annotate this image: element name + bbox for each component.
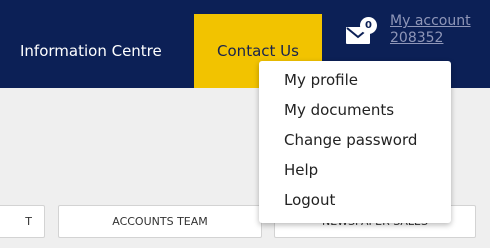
accounts-team-button[interactable]: ACCOUNTS TEAM xyxy=(58,205,262,238)
nav-information-centre[interactable]: Information Centre xyxy=(0,14,194,88)
account-number[interactable]: 208352 xyxy=(390,30,490,47)
page: Information Centre Contact Us 0 My accou… xyxy=(0,0,490,248)
team-button-partial[interactable]: T xyxy=(0,205,45,238)
mail-count-badge: 0 xyxy=(360,17,377,34)
menu-item-my-documents[interactable]: My documents xyxy=(259,95,451,125)
menu-item-change-password[interactable]: Change password xyxy=(259,125,451,155)
menu-item-logout[interactable]: Logout xyxy=(259,185,451,215)
my-account-label[interactable]: My account xyxy=(390,13,490,30)
menu-item-help[interactable]: Help xyxy=(259,155,451,185)
my-account-link[interactable]: My account 208352 xyxy=(390,13,490,47)
account-dropdown-menu: My profile My documents Change password … xyxy=(259,61,451,223)
menu-item-my-profile[interactable]: My profile xyxy=(259,65,451,95)
